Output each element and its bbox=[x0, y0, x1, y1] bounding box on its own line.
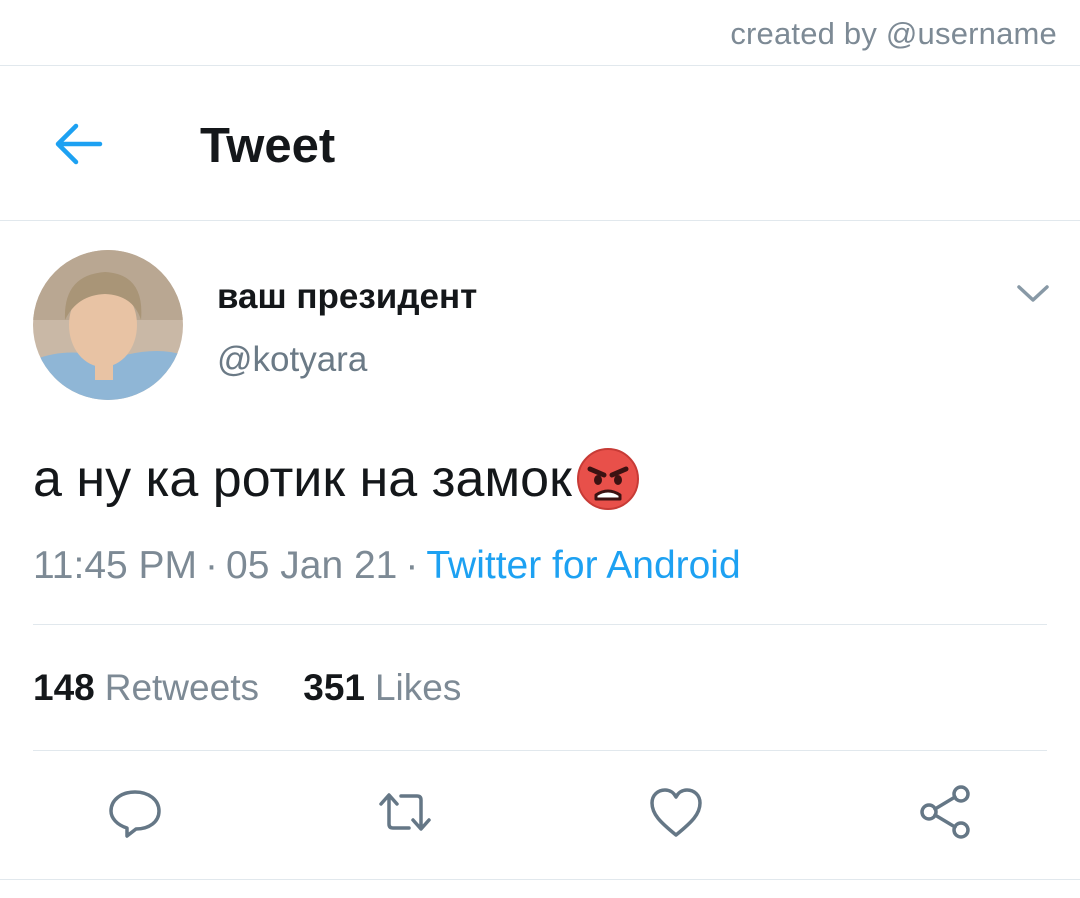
credit-bar: created by @username bbox=[0, 0, 1080, 66]
share-icon bbox=[920, 785, 970, 839]
share-button[interactable] bbox=[915, 782, 975, 842]
divider bbox=[0, 879, 1080, 880]
tweet-date: 05 Jan 21 bbox=[226, 544, 398, 587]
reply-button[interactable] bbox=[105, 782, 165, 842]
retweets-count: 148 bbox=[33, 667, 95, 708]
page-title: Tweet bbox=[200, 119, 336, 173]
like-icon bbox=[650, 788, 702, 837]
retweet-button[interactable] bbox=[375, 782, 435, 842]
tweet-stats: 148 Retweets 351 Likes bbox=[33, 667, 461, 709]
divider bbox=[33, 750, 1047, 751]
avatar[interactable] bbox=[33, 250, 183, 400]
credit-text: created by @username bbox=[730, 16, 1057, 51]
retweet-icon bbox=[379, 793, 431, 831]
back-button[interactable] bbox=[50, 118, 106, 170]
action-bar bbox=[0, 782, 1080, 862]
more-options-button[interactable] bbox=[1012, 277, 1054, 309]
divider bbox=[33, 624, 1047, 625]
likes-stat[interactable]: 351 Likes bbox=[303, 667, 461, 709]
likes-label: Likes bbox=[374, 667, 462, 708]
tweet: ваш президент @kotyara а ну ка ротик на … bbox=[0, 222, 1080, 898]
like-button[interactable] bbox=[646, 782, 706, 842]
angry-face-icon bbox=[576, 447, 640, 511]
likes-count: 351 bbox=[303, 667, 365, 708]
tweet-source-link[interactable]: Twitter for Android bbox=[426, 544, 740, 587]
tweet-text: а ну ка ротик на замок bbox=[33, 447, 640, 511]
avatar-image bbox=[33, 250, 183, 400]
reply-icon bbox=[109, 790, 161, 838]
tweet-text-content: а ну ка ротик на замок bbox=[33, 450, 572, 508]
meta-separator: · bbox=[405, 544, 419, 587]
retweets-stat[interactable]: 148 Retweets bbox=[33, 667, 259, 709]
tweet-header: Tweet bbox=[0, 66, 1080, 221]
meta-separator: · bbox=[205, 544, 219, 587]
tweet-meta: 11:45 PM · 05 Jan 21 · Twitter for Android bbox=[33, 544, 741, 588]
chevron-down-icon bbox=[1017, 285, 1049, 302]
retweets-label: Retweets bbox=[104, 667, 259, 708]
display-name[interactable]: ваш президент bbox=[217, 277, 477, 317]
tweet-time: 11:45 PM bbox=[33, 544, 198, 587]
arrow-left-icon bbox=[55, 123, 103, 165]
user-handle[interactable]: @kotyara bbox=[217, 340, 367, 380]
